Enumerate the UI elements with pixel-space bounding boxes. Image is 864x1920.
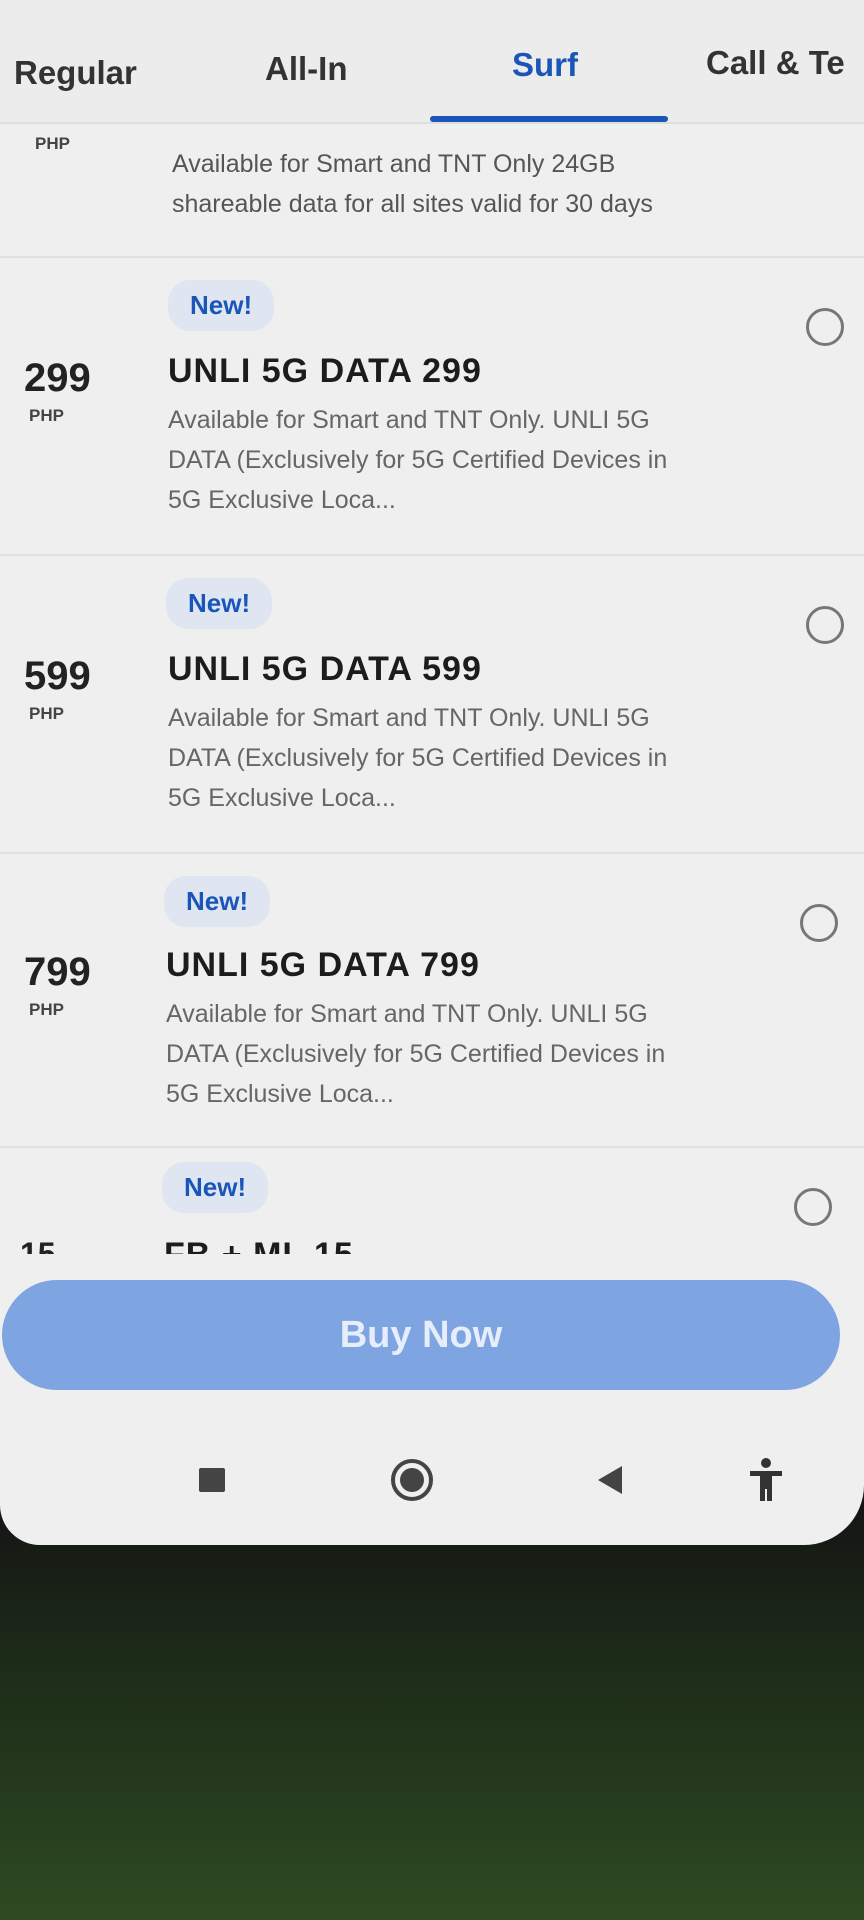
plan-description: Available for Smart and TNT Only 24GB sh… [172, 150, 653, 218]
plan-title: UNLI 5G DATA 599 [168, 650, 482, 688]
select-plan-radio[interactable] [794, 1188, 832, 1226]
tab-surf[interactable]: Surf [512, 46, 578, 84]
plan-currency: PHP [29, 704, 64, 723]
tab-all-in[interactable]: All-In [265, 50, 347, 88]
plan-item-partial[interactable]: PHP Available for Smart and TNT Only 24G… [0, 124, 864, 258]
select-plan-radio[interactable] [806, 606, 844, 644]
plan-currency: PHP [29, 406, 64, 425]
plan-title: UNLI 5G DATA 799 [166, 946, 480, 984]
plan-item-799[interactable]: New! 799 PHP UNLI 5G DATA 799 Available … [0, 854, 864, 1148]
back-icon[interactable] [560, 1430, 660, 1530]
plan-description: Available for Smart and TNT Only. UNLI 5… [168, 406, 668, 514]
select-plan-radio[interactable] [800, 904, 838, 942]
recent-apps-icon[interactable] [162, 1430, 262, 1530]
plan-item-15[interactable]: New! 15 FB + ML 15 [0, 1148, 864, 1254]
plan-title: FB + ML 15 [164, 1236, 354, 1254]
plan-price: 15 [20, 1236, 56, 1254]
buy-now-button[interactable]: Buy Now [2, 1280, 840, 1390]
select-plan-radio[interactable] [806, 308, 844, 346]
plan-price: 599 [24, 654, 91, 698]
new-badge: New! [164, 876, 271, 927]
plan-item-299[interactable]: New! 299 PHP UNLI 5G DATA 299 Available … [0, 258, 864, 556]
tab-call-text[interactable]: Call & Te [706, 44, 845, 82]
plan-currency: PHP [35, 134, 70, 153]
plan-price: 799 [24, 950, 91, 994]
phone-screen: Regular All-In Surf Call & Te PHP Availa… [0, 0, 864, 1545]
plan-price: 299 [24, 356, 91, 400]
plan-category-tabs: Regular All-In Surf Call & Te [0, 0, 864, 124]
tab-regular[interactable]: Regular [14, 54, 137, 92]
home-icon[interactable] [362, 1430, 462, 1530]
active-tab-indicator [430, 116, 668, 122]
android-navigation-bar [0, 1430, 864, 1530]
accessibility-icon[interactable] [716, 1430, 816, 1530]
new-badge: New! [166, 578, 273, 629]
new-badge: New! [162, 1162, 269, 1213]
plan-title: UNLI 5G DATA 299 [168, 352, 482, 390]
plan-description: Available for Smart and TNT Only. UNLI 5… [166, 1000, 666, 1108]
plan-currency: PHP [29, 1000, 64, 1019]
new-badge: New! [168, 280, 275, 331]
plan-description: Available for Smart and TNT Only. UNLI 5… [168, 704, 668, 812]
plan-item-599[interactable]: New! 599 PHP UNLI 5G DATA 599 Available … [0, 556, 864, 854]
plan-list[interactable]: PHP Available for Smart and TNT Only 24G… [0, 124, 864, 1254]
